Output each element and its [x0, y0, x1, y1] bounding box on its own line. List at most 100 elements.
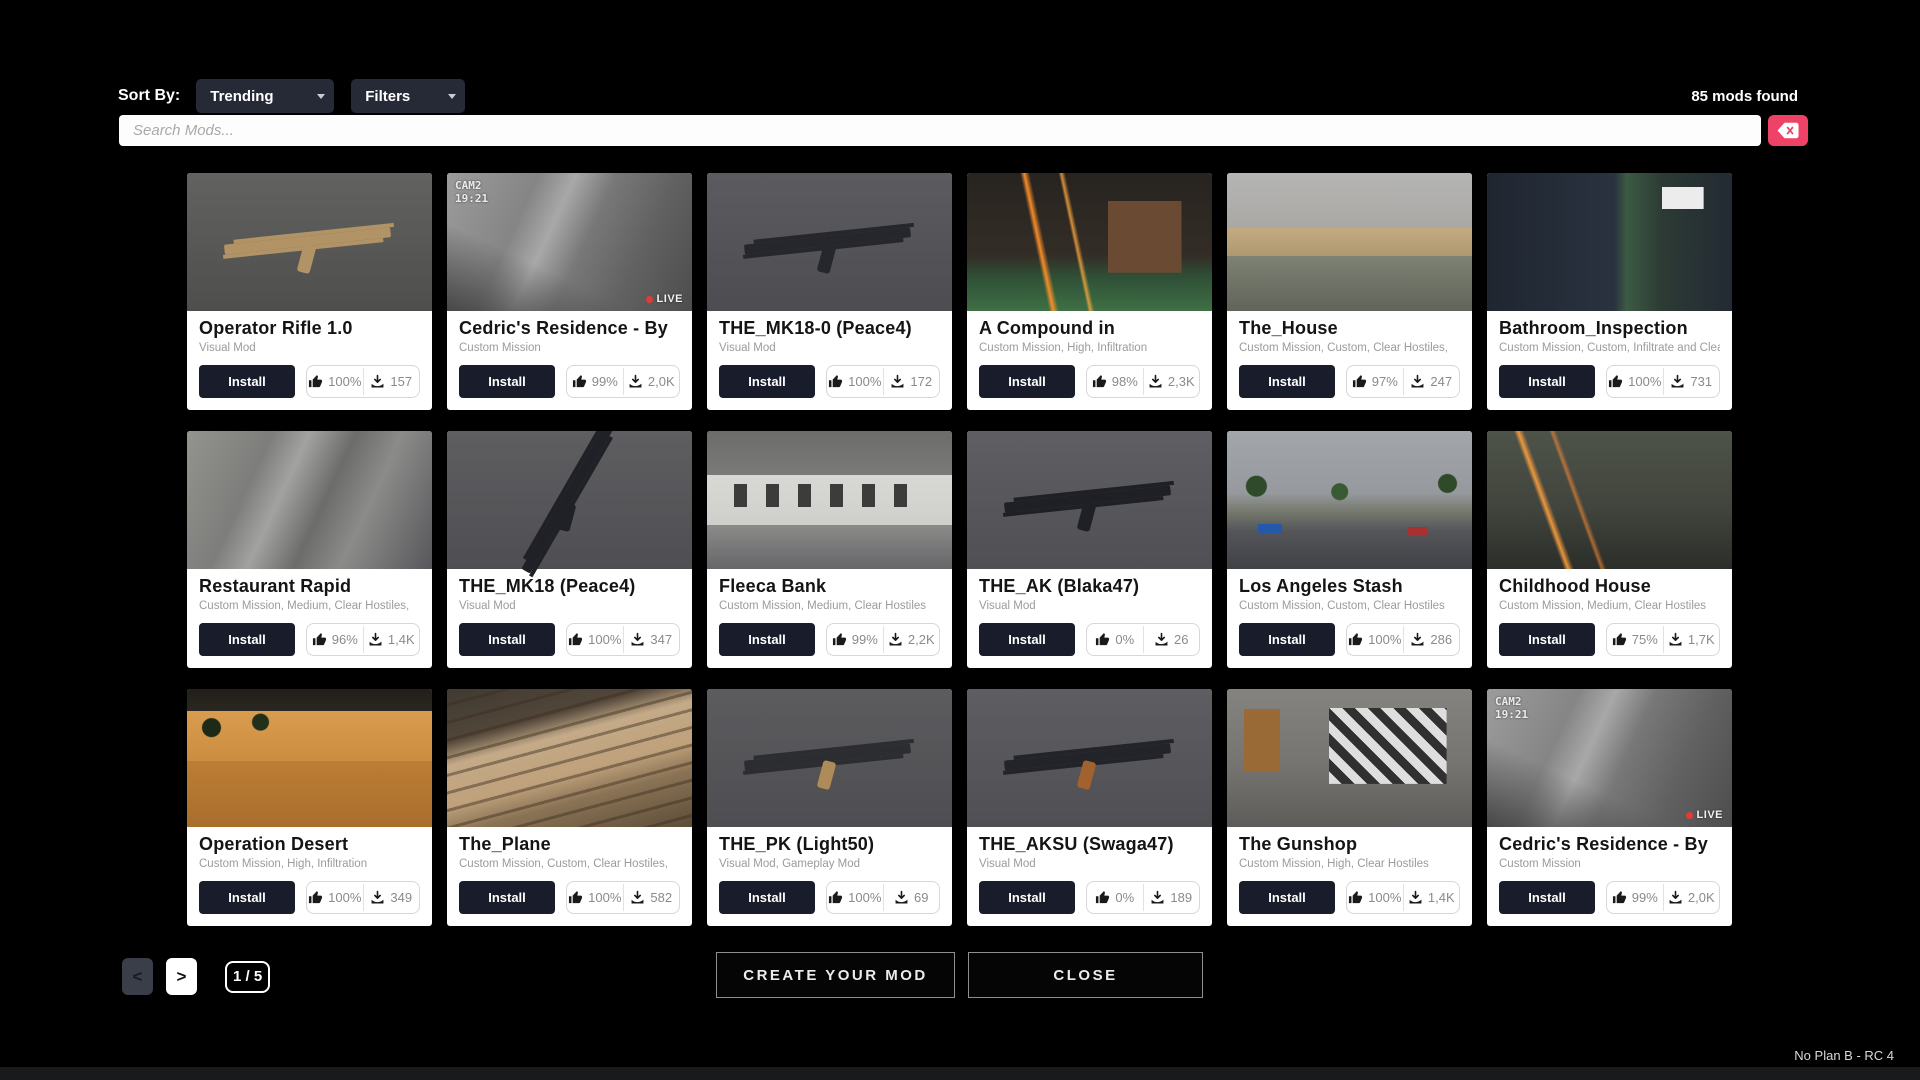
mod-card[interactable]: CAM2 19:21 LIVE Cedric's Residence - By … — [1487, 689, 1732, 926]
mod-stats: 100% 349 — [306, 881, 420, 914]
mod-thumbnail — [967, 173, 1212, 311]
live-label: LIVE — [657, 293, 683, 305]
likes-stat: 0% — [1087, 624, 1143, 655]
downloads-stat: 2,0K — [1664, 882, 1720, 913]
mod-tags: Custom Mission, Medium, Clear Hostiles — [719, 600, 940, 612]
mod-title: THE_MK18 (Peace4) — [459, 576, 680, 597]
download-icon — [1150, 890, 1165, 905]
install-button[interactable]: Install — [1499, 365, 1595, 398]
search-row — [119, 115, 1808, 146]
mod-card[interactable]: THE_AKSU (Swaga47) Visual Mod Install 0% — [967, 689, 1212, 926]
likes-value: 99% — [1632, 890, 1658, 905]
mod-stats: 100% 157 — [306, 365, 420, 398]
mod-card[interactable]: Los Angeles Stash Custom Mission, Custom… — [1227, 431, 1472, 668]
install-button[interactable]: Install — [979, 365, 1075, 398]
download-icon — [630, 890, 645, 905]
mod-card[interactable]: A Compound in Custom Mission, High, Infi… — [967, 173, 1212, 410]
mod-actions: Install 97% 247 — [1239, 365, 1460, 398]
bottom-strip — [0, 1067, 1920, 1080]
install-button[interactable]: Install — [1239, 365, 1335, 398]
install-button[interactable]: Install — [199, 881, 295, 914]
install-button[interactable]: Install — [979, 623, 1075, 656]
mod-card[interactable]: Operation Desert Custom Mission, High, I… — [187, 689, 432, 926]
mod-tags: Custom Mission, Medium, Clear Hostiles, — [199, 600, 420, 612]
likes-stat: 100% — [567, 882, 623, 913]
mod-tags: Custom Mission — [459, 342, 680, 354]
thumbs-up-icon — [572, 374, 587, 389]
close-button[interactable]: CLOSE — [968, 952, 1203, 998]
mod-card[interactable]: CAM2 19:21 LIVE Cedric's Residence - By … — [447, 173, 692, 410]
install-button[interactable]: Install — [719, 881, 815, 914]
mod-card[interactable]: The Gunshop Custom Mission, High, Clear … — [1227, 689, 1472, 926]
download-icon — [370, 890, 385, 905]
mod-tags: Custom Mission, Custom, Infiltrate and C… — [1499, 342, 1720, 354]
mod-card[interactable]: Fleeca Bank Custom Mission, Medium, Clea… — [707, 431, 952, 668]
mod-card[interactable]: Childhood House Custom Mission, Medium, … — [1487, 431, 1732, 668]
likes-stat: 98% — [1087, 366, 1143, 397]
install-button[interactable]: Install — [979, 881, 1075, 914]
mod-stats: 97% 247 — [1346, 365, 1460, 398]
mod-title: A Compound in — [979, 318, 1200, 339]
mod-title: The_House — [1239, 318, 1460, 339]
mod-card[interactable]: THE_PK (Light50) Visual Mod, Gameplay Mo… — [707, 689, 952, 926]
clear-search-button[interactable] — [1768, 115, 1808, 146]
mod-stats: 99% 2,2K — [826, 623, 940, 656]
install-button[interactable]: Install — [1239, 881, 1335, 914]
mod-card-body: Operator Rifle 1.0 Visual Mod Install 10… — [187, 311, 432, 410]
mod-thumbnail — [1487, 431, 1732, 569]
likes-value: 97% — [1372, 374, 1398, 389]
next-page-button[interactable]: > — [166, 958, 197, 995]
install-button[interactable]: Install — [459, 881, 555, 914]
install-button[interactable]: Install — [459, 365, 555, 398]
mod-card[interactable]: THE_MK18 (Peace4) Visual Mod Install 100… — [447, 431, 692, 668]
sort-dropdown[interactable]: Trending — [196, 79, 334, 113]
mod-actions: Install 0% 189 — [979, 881, 1200, 914]
mod-card[interactable]: THE_MK18-0 (Peace4) Visual Mod Install 1… — [707, 173, 952, 410]
mod-card[interactable]: The_House Custom Mission, Custom, Clear … — [1227, 173, 1472, 410]
downloads-stat: 347 — [624, 624, 680, 655]
mod-thumbnail: CAM2 19:21 LIVE — [447, 173, 692, 311]
downloads-value: 189 — [1170, 890, 1192, 905]
thumbs-up-icon — [1608, 374, 1623, 389]
downloads-value: 1,4K — [388, 632, 415, 647]
install-button[interactable]: Install — [1499, 623, 1595, 656]
mod-card[interactable]: THE_AK (Blaka47) Visual Mod Install 0% — [967, 431, 1212, 668]
mod-tags: Custom Mission — [1499, 858, 1720, 870]
likes-value: 100% — [1628, 374, 1661, 389]
mod-title: The Gunshop — [1239, 834, 1460, 855]
mod-actions: Install 100% 157 — [199, 365, 420, 398]
mod-card-body: The_Plane Custom Mission, Custom, Clear … — [447, 827, 692, 926]
install-button[interactable]: Install — [1239, 623, 1335, 656]
install-button[interactable]: Install — [459, 623, 555, 656]
search-input[interactable] — [119, 115, 1761, 146]
downloads-stat: 69 — [884, 882, 940, 913]
download-icon — [1154, 632, 1169, 647]
mod-tags: Custom Mission, High, Clear Hostiles — [1239, 858, 1460, 870]
previous-page-button[interactable]: < — [122, 958, 153, 995]
install-button[interactable]: Install — [719, 365, 815, 398]
download-icon — [888, 632, 903, 647]
mod-card[interactable]: Operator Rifle 1.0 Visual Mod Install 10… — [187, 173, 432, 410]
thumbs-up-icon — [308, 374, 323, 389]
mod-thumbnail — [187, 431, 432, 569]
likes-stat: 99% — [827, 624, 883, 655]
mod-thumbnail — [447, 431, 692, 569]
thumbs-up-icon — [1352, 374, 1367, 389]
likes-value: 100% — [328, 890, 361, 905]
mod-actions: Install 99% 2,0K — [459, 365, 680, 398]
install-button[interactable]: Install — [199, 365, 295, 398]
likes-stat: 100% — [567, 624, 623, 655]
sort-dropdown-value: Trending — [210, 88, 273, 105]
download-icon — [1670, 374, 1685, 389]
install-button[interactable]: Install — [1499, 881, 1595, 914]
mod-card[interactable]: The_Plane Custom Mission, Custom, Clear … — [447, 689, 692, 926]
mod-stats: 96% 1,4K — [306, 623, 420, 656]
install-button[interactable]: Install — [719, 623, 815, 656]
create-your-mod-button[interactable]: CREATE YOUR MOD — [716, 952, 955, 998]
filters-dropdown[interactable]: Filters — [351, 79, 465, 113]
install-button[interactable]: Install — [199, 623, 295, 656]
results-count: 85 mods found — [1691, 88, 1798, 105]
mod-card[interactable]: Restaurant Rapid Custom Mission, Medium,… — [187, 431, 432, 668]
mod-title: Fleeca Bank — [719, 576, 940, 597]
mod-card[interactable]: Bathroom_Inspection Custom Mission, Cust… — [1487, 173, 1732, 410]
